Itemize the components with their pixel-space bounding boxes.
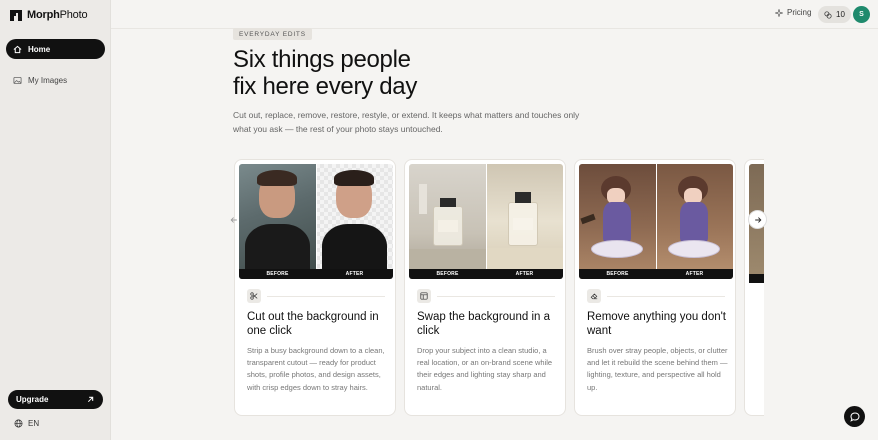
- feature-card-swap-background[interactable]: BEFORE AFTER Swap the background in a cl…: [404, 159, 566, 416]
- chat-bubble-icon: [849, 411, 860, 422]
- sparkle-icon: [775, 8, 783, 17]
- eraser-icon: [587, 289, 601, 303]
- pricing-link[interactable]: Pricing: [775, 8, 811, 17]
- before-label: BEFORE: [266, 271, 289, 277]
- card-divider: [437, 296, 555, 297]
- after-image: [316, 164, 393, 279]
- before-image: [239, 164, 316, 279]
- coins-icon: [824, 10, 832, 19]
- language-selector[interactable]: EN: [14, 419, 39, 428]
- logo-mark-icon: [10, 9, 22, 21]
- image-icon: [13, 76, 22, 84]
- after-label: AFTER: [515, 271, 534, 277]
- language-label: EN: [28, 419, 40, 428]
- sidebar-item-label: My Images: [28, 75, 68, 85]
- section-eyebrow: EVERYDAY EDITS: [233, 28, 312, 40]
- before-after-image: BEFORE AFTER: [409, 164, 563, 279]
- card-title: Swap the background in a click: [417, 311, 550, 337]
- before-image: [579, 164, 656, 279]
- card-description: Drop your subject into a clean studio, a…: [417, 346, 553, 392]
- sidebar-item-home[interactable]: Home: [6, 39, 105, 59]
- arrow-up-right-icon: [87, 396, 94, 403]
- card-description: Strip a busy background down to a clean,…: [247, 346, 385, 392]
- feature-card-next-peek[interactable]: [744, 159, 764, 416]
- pricing-label: Pricing: [787, 8, 812, 17]
- before-after-bar: BEFORE AFTER: [579, 269, 733, 279]
- credits-count: 10: [836, 10, 845, 19]
- home-icon: [13, 45, 22, 53]
- before-image: [409, 164, 486, 279]
- after-image: [656, 164, 733, 279]
- scissors-icon: [247, 289, 261, 303]
- feature-card-cutout[interactable]: BEFORE AFTER Cut out the background in o…: [234, 159, 396, 416]
- sidebar-item-my-images[interactable]: My Images: [6, 70, 105, 90]
- before-after-image: BEFORE AFTER: [579, 164, 733, 279]
- feature-card-remove-objects[interactable]: BEFORE AFTER Remove anything you don't w…: [574, 159, 736, 416]
- card-title: Cut out the background in one click: [247, 311, 379, 337]
- card-title: Remove anything you don't want: [587, 311, 727, 337]
- arrow-right-icon: [754, 216, 761, 223]
- card-description: Brush over stray people, objects, or clu…: [587, 346, 728, 392]
- before-after-bar: BEFORE AFTER: [239, 269, 393, 279]
- globe-icon: [14, 419, 23, 428]
- carousel-prev-button[interactable]: [224, 210, 243, 229]
- before-after-bar: [749, 274, 764, 283]
- after-label: AFTER: [345, 271, 364, 277]
- carousel-next-button[interactable]: [748, 210, 767, 229]
- page-description: Cut out, replace, remove, restore, resty…: [233, 110, 580, 134]
- sidebar: MorphPhoto Home My Images Upgrade EN: [0, 0, 111, 440]
- avatar[interactable]: S: [853, 6, 870, 23]
- after-image: [486, 164, 563, 279]
- before-after-image: BEFORE AFTER: [239, 164, 393, 279]
- page-title-line-1: Six things people: [233, 46, 411, 73]
- page-title-line-2: fix here every day: [233, 73, 418, 100]
- page-title: Six things people fix here every day: [233, 46, 417, 100]
- card-divider: [607, 296, 725, 297]
- app-logo[interactable]: MorphPhoto: [10, 9, 88, 21]
- upgrade-label: Upgrade: [16, 395, 49, 404]
- app-name: MorphPhoto: [27, 9, 88, 21]
- before-after-bar: BEFORE AFTER: [409, 269, 563, 279]
- after-label: AFTER: [685, 271, 704, 277]
- before-label: BEFORE: [606, 271, 629, 277]
- upgrade-button[interactable]: Upgrade: [8, 390, 103, 409]
- arrow-left-icon: [230, 216, 237, 223]
- sidebar-item-label: Home: [28, 44, 51, 54]
- credits-badge[interactable]: 10: [818, 6, 851, 23]
- before-label: BEFORE: [436, 271, 459, 277]
- card-divider: [267, 296, 385, 297]
- chat-button[interactable]: [844, 406, 865, 427]
- top-bar: Pricing 10 S: [111, 0, 878, 29]
- layout-icon: [417, 289, 431, 303]
